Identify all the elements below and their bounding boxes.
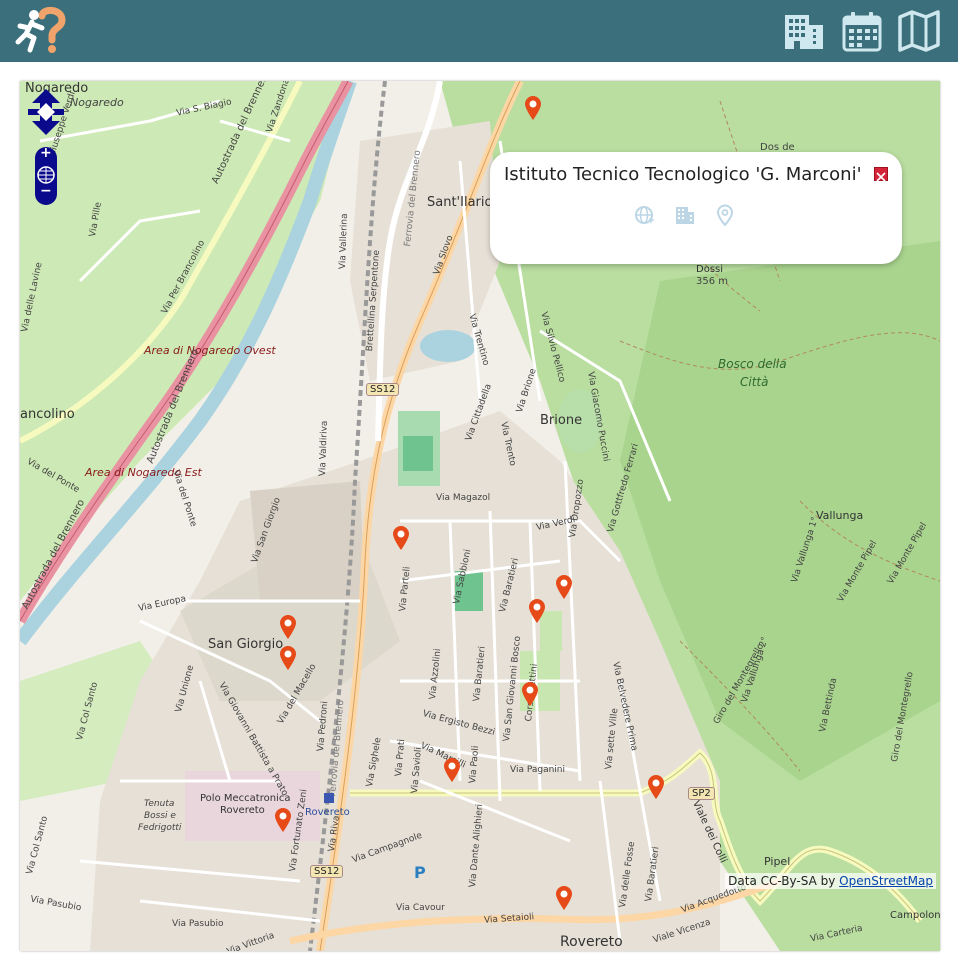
place-label: Sant'Ilario xyxy=(427,195,493,210)
close-icon xyxy=(876,172,886,182)
place-label: Rovereto xyxy=(560,934,623,950)
pan-control[interactable] xyxy=(28,89,64,141)
place-label: Nogaredo xyxy=(70,96,124,109)
school-marker[interactable] xyxy=(555,574,573,600)
area-label: Area di Nogaredo Est xyxy=(85,466,202,479)
parking-icon: P xyxy=(414,863,426,882)
school-marker[interactable] xyxy=(279,614,297,640)
place-label: Vallunga xyxy=(816,509,864,522)
globe-icon[interactable] xyxy=(634,204,656,226)
road-shield: SP2 xyxy=(688,787,715,800)
area-label: Città xyxy=(740,375,769,389)
school-marker[interactable] xyxy=(647,774,665,800)
area-label: Polo Meccatronica xyxy=(200,793,291,804)
place-label: ancolino xyxy=(20,407,75,422)
map-attribution: Data CC-By-SA by OpenStreetMap xyxy=(725,873,936,889)
station-label: Rovereto xyxy=(305,807,350,818)
attribution-text: Data CC-By-SA by xyxy=(728,874,840,888)
road-label: Via Paganini xyxy=(510,765,566,775)
road-label: Via Pasubio xyxy=(172,919,224,929)
place-label: Campolong xyxy=(890,910,940,921)
app-logo-runner-question-icon[interactable] xyxy=(12,6,68,56)
area-label: Area di Nogaredo Ovest xyxy=(144,344,276,357)
school-marker[interactable] xyxy=(279,645,297,671)
popup-close-button[interactable] xyxy=(874,167,888,182)
school-marker[interactable] xyxy=(555,885,573,911)
calendar-view-button[interactable] xyxy=(840,9,884,53)
place-label: Pipel xyxy=(764,855,791,868)
popup-title: Istituto Tecnico Tecnologico 'G. Marconi… xyxy=(504,164,862,185)
road-label: Via Magazol xyxy=(436,493,491,503)
train-station-icon xyxy=(324,793,334,803)
map-view-button[interactable] xyxy=(897,9,941,53)
school-marker[interactable] xyxy=(392,525,410,551)
buildings-view-button[interactable] xyxy=(782,9,826,53)
area-label: Tenuta xyxy=(144,799,175,809)
school-marker[interactable] xyxy=(528,598,546,624)
openstreetmap-link[interactable]: OpenStreetMap xyxy=(839,874,933,888)
elevation-label: 356 m xyxy=(696,276,729,287)
school-marker[interactable] xyxy=(443,757,461,783)
area-label: Bossi e xyxy=(144,811,176,821)
map-viewport[interactable]: Nogaredo Nogaredo Sant'Ilario Brione San… xyxy=(20,81,940,951)
zoom-in-button[interactable]: + xyxy=(40,145,52,161)
road-shield: SS12 xyxy=(366,383,400,396)
building-icon[interactable] xyxy=(674,204,696,226)
road-label: Via Vallerina xyxy=(338,213,350,270)
location-pin-icon[interactable] xyxy=(714,204,736,226)
school-marker[interactable] xyxy=(524,95,542,121)
road-label: Via Cavour xyxy=(396,903,445,913)
school-marker[interactable] xyxy=(521,681,539,707)
road-shield: SS12 xyxy=(310,865,344,878)
place-label: Dossi xyxy=(696,264,724,275)
top-bar xyxy=(0,0,958,62)
place-label: San Giorgio xyxy=(208,637,284,652)
area-label: Rovereto xyxy=(220,805,265,816)
school-marker[interactable] xyxy=(274,807,292,833)
zoom-out-button[interactable]: − xyxy=(40,183,52,199)
place-label: Brione xyxy=(540,413,583,428)
area-label: Fedrigotti xyxy=(138,823,182,833)
area-label: Bosco della xyxy=(718,357,787,371)
location-popup: Istituto Tecnico Tecnologico 'G. Marconi… xyxy=(490,152,902,264)
road-label: Via Valdiriva xyxy=(318,420,330,477)
